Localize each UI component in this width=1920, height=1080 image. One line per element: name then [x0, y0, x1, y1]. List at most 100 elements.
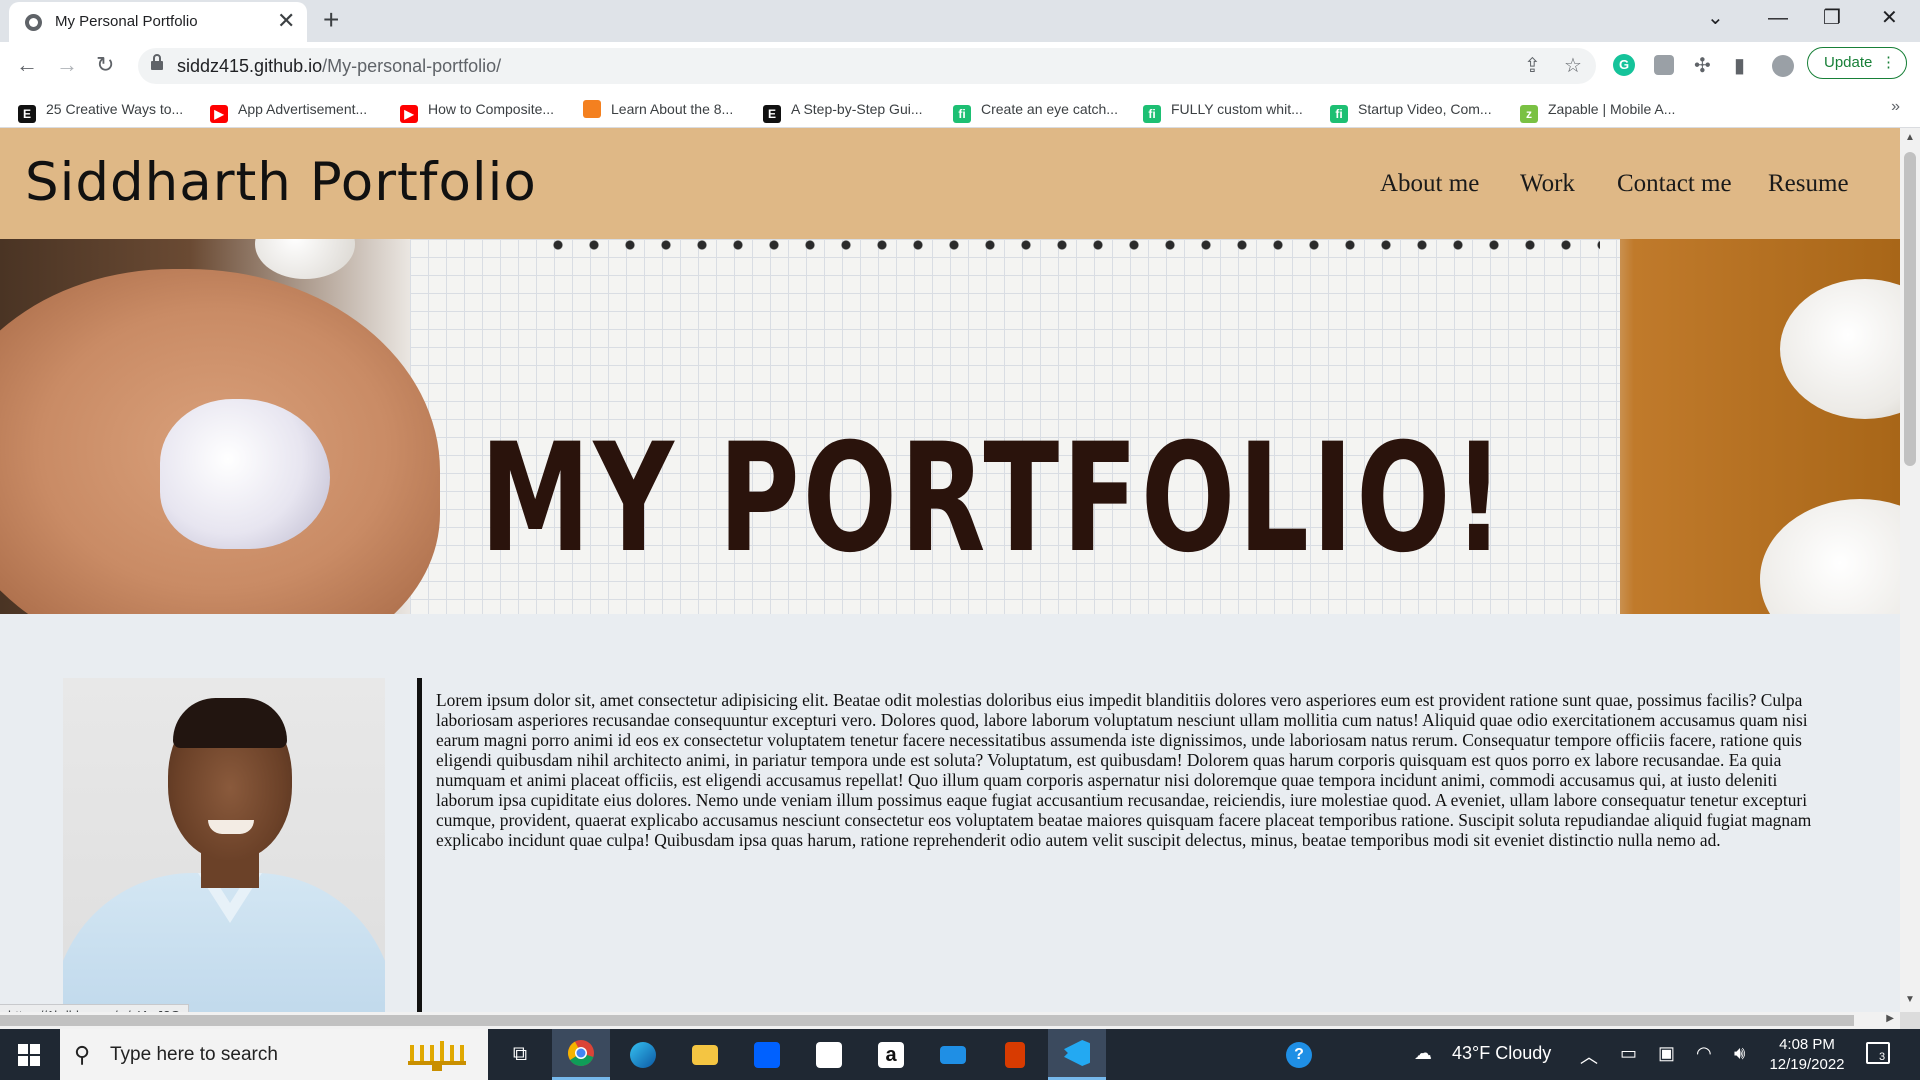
dropbox-icon[interactable]	[738, 1029, 796, 1080]
menu-dots-icon[interactable]: ⋮	[1881, 48, 1896, 78]
store-logo-icon	[816, 1041, 842, 1068]
clock-date: 12/19/2022	[1769, 1056, 1845, 1073]
close-window-button[interactable]: ✕	[1881, 6, 1898, 30]
extension-icon[interactable]	[1654, 55, 1674, 75]
nav-about-me[interactable]: About me	[1380, 170, 1479, 198]
notification-center-icon[interactable]	[1866, 1042, 1890, 1064]
nav-resume[interactable]: Resume	[1768, 170, 1849, 198]
wifi-icon[interactable]: ◠	[1696, 1043, 1712, 1064]
system-clock[interactable]: 4:08 PM 12/19/2022	[1762, 1035, 1852, 1075]
crumpled-paper-image	[1780, 279, 1900, 419]
hero-banner: MY PORTFOLIO!	[0, 239, 1900, 614]
extensions-puzzle-icon[interactable]: ✣	[1694, 54, 1711, 78]
forward-button[interactable]: →	[56, 52, 78, 78]
bookmark-star-icon[interactable]: ☆	[1564, 54, 1582, 78]
back-button[interactable]: ←	[16, 52, 38, 78]
mail-icon[interactable]	[924, 1029, 982, 1080]
close-tab-icon[interactable]: ✕	[277, 10, 295, 32]
vertical-scroll-thumb[interactable]	[1904, 152, 1916, 466]
battery-icon[interactable]: ▭	[1620, 1043, 1637, 1064]
scroll-down-arrow[interactable]: ▼	[1905, 994, 1915, 1005]
horizontal-scroll-thumb[interactable]	[0, 1015, 1854, 1026]
amazon-logo-icon: a	[878, 1041, 904, 1068]
weather-cloud-icon[interactable]: ☁	[1414, 1043, 1432, 1064]
bookmark-item[interactable]: E 25 Creative Ways to...	[18, 98, 183, 123]
bookmark-favicon-icon: z	[1520, 105, 1538, 123]
microsoft-store-icon[interactable]	[800, 1029, 858, 1080]
vscode-logo-icon	[1064, 1040, 1090, 1066]
windows-start-icon[interactable]	[18, 1044, 40, 1066]
share-icon[interactable]: ⇪	[1524, 54, 1541, 78]
reload-button[interactable]: ↻	[96, 52, 114, 78]
bookmark-item[interactable]: Learn About the 8...	[583, 98, 733, 120]
bookmark-favicon-icon: E	[18, 105, 36, 123]
clock-time: 4:08 PM	[1779, 1036, 1835, 1053]
bookmark-favicon-icon: E	[763, 105, 781, 123]
url-text[interactable]: siddz415.github.io/My-personal-portfolio…	[177, 56, 501, 77]
vertical-divider	[417, 678, 422, 1012]
menorah-icon	[408, 1041, 466, 1071]
bookmark-item[interactable]: fi FULLY custom whit...	[1143, 98, 1303, 123]
update-button[interactable]: Update ⋮	[1807, 47, 1907, 79]
scroll-right-arrow[interactable]: ▶	[1886, 1013, 1894, 1024]
more-bookmarks-icon[interactable]: »	[1891, 98, 1900, 116]
vertical-scrollbar[interactable]: ▲ ▼	[1900, 128, 1920, 1012]
bookmark-item[interactable]: fi Startup Video, Com...	[1330, 98, 1492, 123]
site-title: Siddharth Portfolio	[25, 152, 537, 213]
site-header: Siddharth Portfolio About me Work Contac…	[0, 128, 1900, 239]
bookmark-favicon-icon: fi	[1143, 105, 1161, 123]
bookmark-item[interactable]: ▶ How to Composite...	[400, 98, 555, 123]
profile-photo	[63, 678, 385, 1012]
chrome-icon[interactable]	[552, 1029, 610, 1080]
profile-avatar[interactable]	[1772, 55, 1794, 77]
taskbar-search-box[interactable]: ⚲ Type here to search	[60, 1029, 488, 1080]
page-viewport: Siddharth Portfolio About me Work Contac…	[0, 128, 1900, 1012]
nav-work[interactable]: Work	[1520, 170, 1575, 198]
hero-heading: MY PORTFOLIO!	[480, 412, 1508, 586]
chevron-up-icon[interactable]: ︿	[1580, 1043, 1598, 1069]
bookmark-item[interactable]: z Zapable | Mobile A...	[1520, 98, 1676, 123]
dropbox-logo-icon	[754, 1041, 780, 1068]
browser-toolbar: ← → ↻ siddz415.github.io/My-personal-por…	[0, 42, 1920, 90]
office-icon[interactable]	[986, 1029, 1044, 1080]
vscode-icon[interactable]	[1048, 1029, 1106, 1080]
bookmark-item[interactable]: ▶ App Advertisement...	[210, 98, 367, 123]
help-icon[interactable]: ?	[1270, 1029, 1328, 1080]
envelope-icon	[940, 1045, 966, 1064]
grammarly-extension-icon[interactable]: G	[1613, 54, 1635, 76]
bookmarks-bar: » E 25 Creative Ways to... ▶ App Advertisem…	[0, 90, 1920, 128]
url-host: siddz415.github.io	[177, 56, 323, 76]
lock-icon[interactable]	[150, 54, 164, 70]
tab-search-icon[interactable]: ⌄	[1707, 6, 1724, 30]
notebook-rings	[540, 239, 1600, 251]
weather-text[interactable]: 43°F Cloudy	[1452, 1043, 1551, 1064]
amazon-icon[interactable]: a	[862, 1029, 920, 1080]
nav-contact-me[interactable]: Contact me	[1617, 170, 1732, 198]
globe-icon	[25, 14, 42, 31]
minimize-button[interactable]: —	[1768, 6, 1788, 30]
volume-icon[interactable]: 🔊︎	[1734, 1043, 1745, 1064]
url-path: /My-personal-portfolio/	[322, 56, 502, 76]
scroll-up-arrow[interactable]: ▲	[1905, 132, 1915, 143]
bookmark-item[interactable]: fi Create an eye catch...	[953, 98, 1118, 123]
task-view-icon[interactable]: ⧉	[491, 1029, 549, 1080]
edge-icon[interactable]	[614, 1029, 672, 1080]
side-panel-icon[interactable]: ▮	[1734, 54, 1745, 78]
tab-strip: My Personal Portfolio ✕ + ⌄ — ❐ ✕	[0, 0, 1920, 42]
bookmark-favicon-icon	[583, 100, 601, 118]
notification-count: 3	[1879, 1051, 1886, 1063]
bookmark-item[interactable]: E A Step-by-Step Gui...	[763, 98, 923, 123]
horizontal-scrollbar[interactable]: ▶	[0, 1012, 1900, 1029]
new-tab-button[interactable]: +	[323, 5, 339, 35]
restore-button[interactable]: ❐	[1823, 6, 1841, 30]
question-mark-icon: ?	[1286, 1041, 1312, 1068]
file-explorer-icon[interactable]	[676, 1029, 734, 1080]
meet-now-icon[interactable]: ▣	[1658, 1043, 1675, 1064]
bookmark-label: Zapable | Mobile A...	[1548, 101, 1676, 117]
bookmark-favicon-icon: fi	[953, 105, 971, 123]
search-icon: ⚲	[74, 1042, 91, 1067]
bookmark-label: FULLY custom whit...	[1171, 101, 1303, 117]
browser-tab[interactable]: My Personal Portfolio ✕	[9, 2, 307, 42]
scrollbar-corner	[1900, 1012, 1920, 1029]
bookmark-label: How to Composite...	[428, 101, 555, 117]
